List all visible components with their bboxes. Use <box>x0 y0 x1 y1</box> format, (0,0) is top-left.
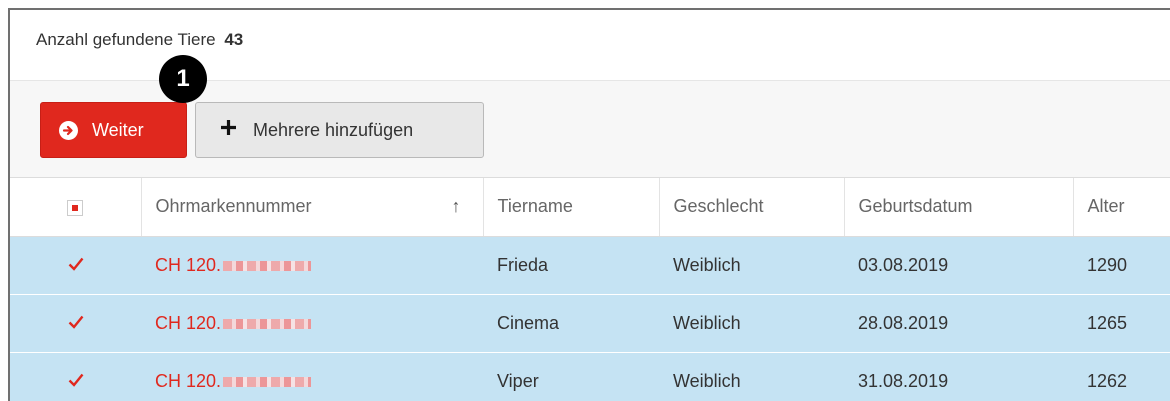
cell-tiername: Cinema <box>483 293 659 352</box>
cell-geschlecht: Weiblich <box>659 235 844 294</box>
weiter-label: Weiter <box>92 119 144 140</box>
arrow-right-circle-icon <box>59 120 78 140</box>
redacted-number <box>223 260 312 271</box>
column-label: Ohrmarkennummer <box>155 196 312 217</box>
redacted-number <box>223 377 312 387</box>
animal-selection-panel: Anzahl gefundene Tiere 43 Weiter Mehrere… <box>8 8 1170 401</box>
partial-check-icon <box>67 199 84 216</box>
step-badge: 1 <box>159 55 207 103</box>
cell-geburtsdatum: 28.08.2019 <box>844 293 1073 352</box>
cell-geburtsdatum: 03.08.2019 <box>844 235 1073 294</box>
add-multiple-label: Mehrere hinzufügen <box>253 119 414 140</box>
column-header-ohrmarkennummer[interactable]: Ohrmarkennummer ↑ <box>141 178 484 237</box>
column-header-tiername[interactable]: Tiername <box>483 178 660 237</box>
ohrmarke-prefix: CH 120. <box>155 370 222 391</box>
table-row[interactable]: CH 120. Cinema Weiblich 28.08.2019 1265 <box>10 293 1170 352</box>
ohrmarke-link[interactable]: CH 120. <box>141 293 483 352</box>
ohrmarke-link[interactable]: CH 120. <box>141 351 483 401</box>
add-multiple-button[interactable]: Mehrere hinzufügen <box>195 102 484 158</box>
cell-geschlecht: Weiblich <box>659 351 844 401</box>
table-header-row: Ohrmarkennummer ↑ Tiername Geschlecht Ge… <box>10 178 1170 237</box>
weiter-button[interactable]: Weiter <box>40 102 187 158</box>
table-row[interactable]: CH 120. Viper Weiblich 31.08.2019 1262 <box>10 351 1170 401</box>
cell-tiername: Frieda <box>483 235 659 294</box>
table-row[interactable]: CH 120. Frieda Weiblich 03.08.2019 1290 <box>10 235 1170 294</box>
plus-icon <box>220 119 237 141</box>
row-checkbox[interactable] <box>10 351 141 401</box>
checkmark-icon <box>68 373 83 387</box>
cell-geburtsdatum: 31.08.2019 <box>844 351 1073 401</box>
cell-geschlecht: Weiblich <box>659 293 844 352</box>
cell-alter: 1262 <box>1073 351 1170 401</box>
row-checkbox[interactable] <box>10 235 141 294</box>
checkmark-icon <box>68 315 83 329</box>
cell-tiername: Viper <box>483 351 659 401</box>
summary-label: Anzahl gefundene Tiere <box>36 30 216 49</box>
column-header-geschlecht[interactable]: Geschlecht <box>659 178 845 237</box>
sort-arrow-up-icon: ↑ <box>451 196 461 217</box>
summary-count: 43 <box>224 30 244 49</box>
row-checkbox[interactable] <box>10 293 141 352</box>
select-all-checkbox[interactable] <box>10 178 142 237</box>
toolbar: Weiter Mehrere hinzufügen 1 <box>10 55 1170 178</box>
cell-alter: 1265 <box>1073 293 1170 352</box>
ohrmarke-prefix: CH 120. <box>155 254 222 275</box>
ohrmarke-prefix: CH 120. <box>155 312 222 333</box>
checkmark-icon <box>68 257 83 271</box>
column-header-alter[interactable]: Alter <box>1073 178 1170 237</box>
redacted-number <box>223 318 312 329</box>
ohrmarke-link[interactable]: CH 120. <box>141 235 483 294</box>
cell-alter: 1290 <box>1073 235 1170 294</box>
column-header-geburtsdatum[interactable]: Geburtsdatum <box>844 178 1074 237</box>
animal-table: Ohrmarkennummer ↑ Tiername Geschlecht Ge… <box>10 178 1170 401</box>
